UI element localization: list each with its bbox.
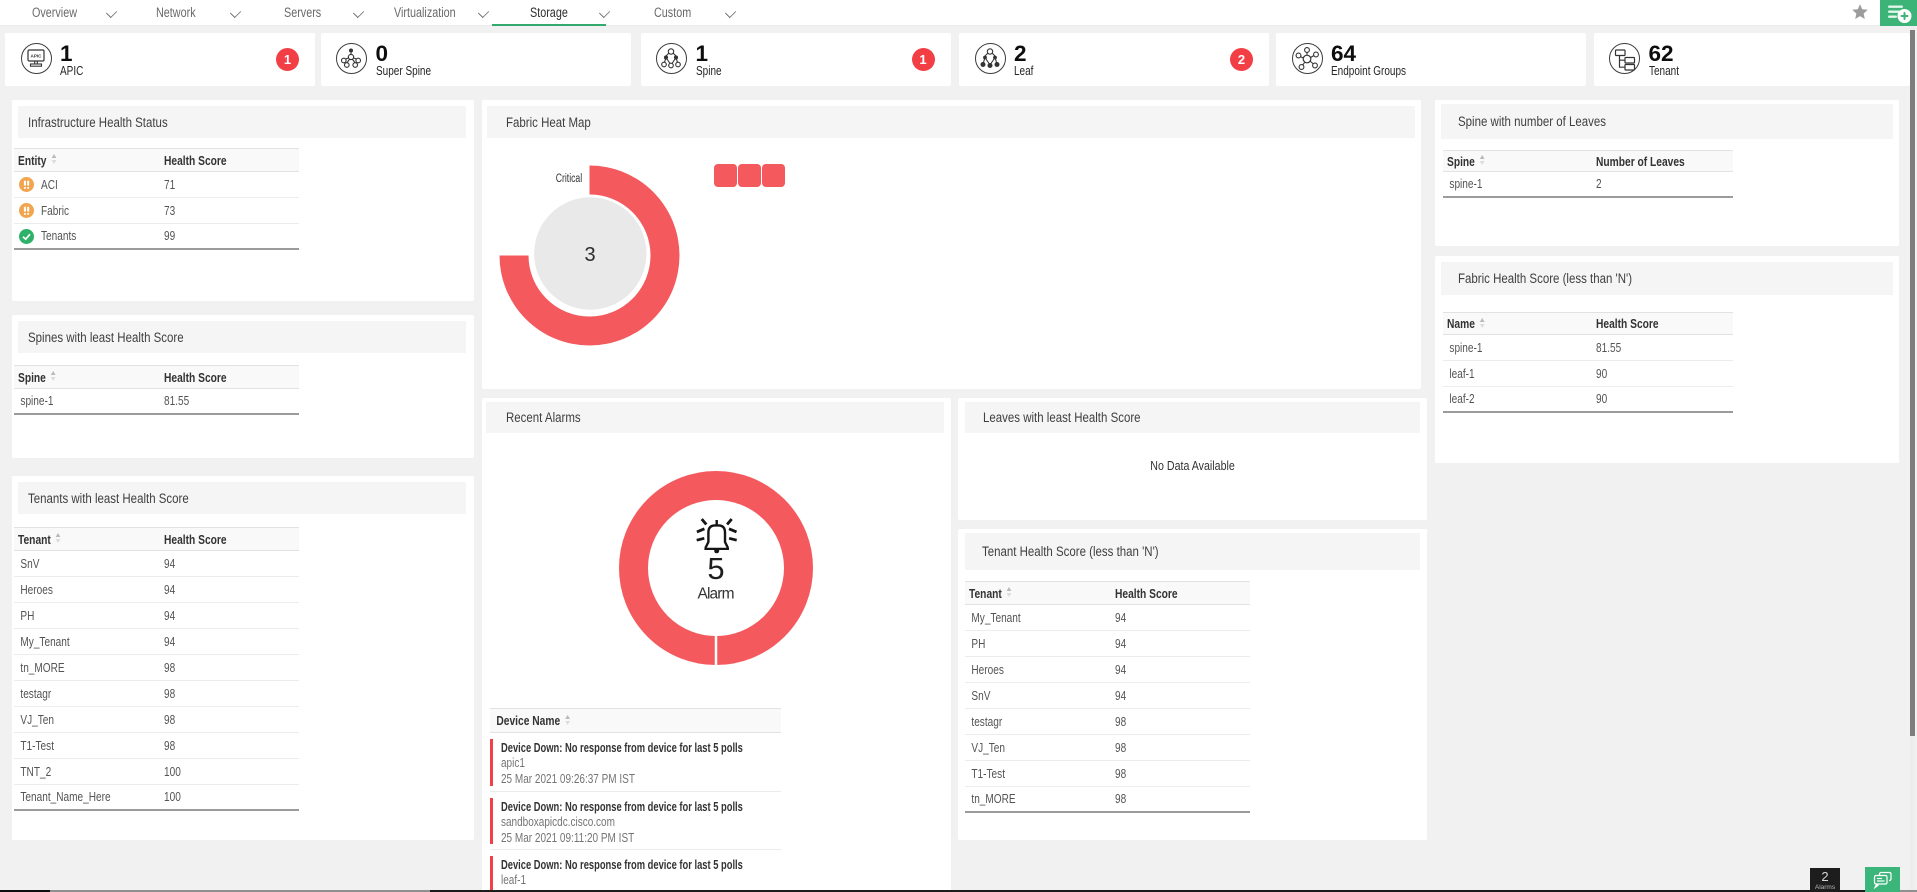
svg-text:5: 5 — [707, 551, 724, 586]
svg-text:APIC: APIC — [30, 54, 42, 59]
svg-text:3: 3 — [584, 244, 595, 266]
svg-text:Alarm: Alarm — [698, 586, 735, 603]
